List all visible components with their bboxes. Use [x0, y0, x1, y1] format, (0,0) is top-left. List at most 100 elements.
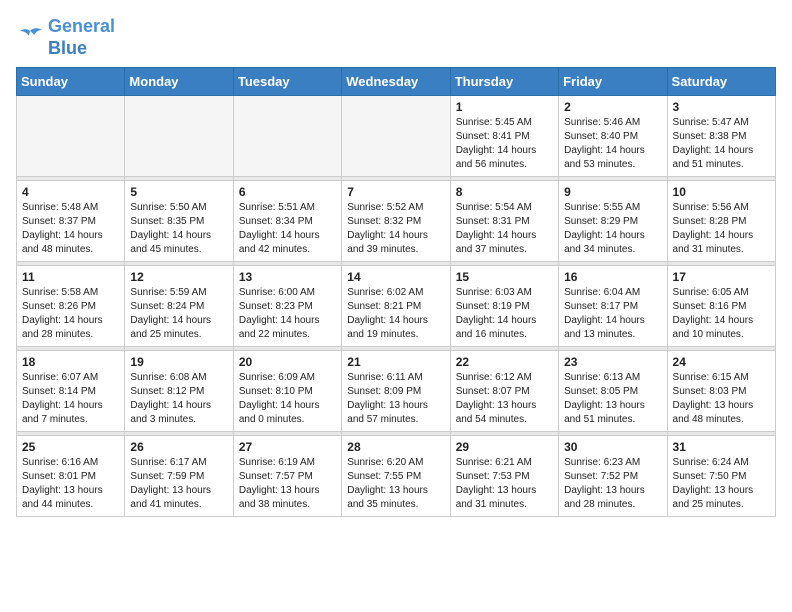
day-number: 3: [673, 100, 770, 114]
day-info: Sunrise: 5:55 AM Sunset: 8:29 PM Dayligh…: [564, 201, 661, 257]
day-number: 5: [130, 185, 227, 199]
day-number: 16: [564, 270, 661, 284]
calendar-cell: 5 Sunrise: 5:50 AM Sunset: 8:35 PM Daylig…: [125, 181, 233, 262]
weekday-header-thursday: Thursday: [450, 68, 558, 96]
day-info: Sunrise: 5:47 AM Sunset: 8:38 PM Dayligh…: [673, 116, 770, 172]
calendar-cell: 28Sunrise: 6:20 AM Sunset: 7:55 PM Dayli…: [342, 436, 450, 517]
weekday-header-tuesday: Tuesday: [233, 68, 341, 96]
day-info: Sunrise: 6:17 AM Sunset: 7:59 PM Dayligh…: [130, 456, 227, 512]
day-info: Sunrise: 6:11 AM Sunset: 8:09 PM Dayligh…: [347, 371, 444, 427]
weekday-header-friday: Friday: [559, 68, 667, 96]
day-number: 31: [673, 440, 770, 454]
calendar-cell: [125, 96, 233, 177]
calendar-cell: 10 Sunrise: 5:56 AM Sunset: 8:28 PM Dayli…: [667, 181, 775, 262]
calendar-week-2: 4 Sunrise: 5:48 AM Sunset: 8:37 PM Daylig…: [17, 181, 776, 262]
day-number: 13: [239, 270, 336, 284]
calendar-cell: 4 Sunrise: 5:48 AM Sunset: 8:37 PM Daylig…: [17, 181, 125, 262]
day-number: 17: [673, 270, 770, 284]
calendar-cell: 19 Sunrise: 6:08 AM Sunset: 8:12 PM Dayli…: [125, 351, 233, 432]
day-info: Sunrise: 6:00 AM Sunset: 8:23 PM Dayligh…: [239, 286, 336, 342]
calendar-week-1: 1 Sunrise: 5:45 AM Sunset: 8:41 PM Daylig…: [17, 96, 776, 177]
calendar-cell: 8 Sunrise: 5:54 AM Sunset: 8:31 PM Daylig…: [450, 181, 558, 262]
calendar-table: SundayMondayTuesdayWednesdayThursdayFrid…: [16, 67, 776, 517]
day-info: Sunrise: 5:48 AM Sunset: 8:37 PM Dayligh…: [22, 201, 119, 257]
day-info: Sunrise: 5:46 AM Sunset: 8:40 PM Dayligh…: [564, 116, 661, 172]
day-info: Sunrise: 6:13 AM Sunset: 8:05 PM Dayligh…: [564, 371, 661, 427]
calendar-cell: 24Sunrise: 6:15 AM Sunset: 8:03 PM Dayli…: [667, 351, 775, 432]
day-info: Sunrise: 5:58 AM Sunset: 8:26 PM Dayligh…: [22, 286, 119, 342]
calendar-cell: 30 Sunrise: 6:23 AM Sunset: 7:52 PM Dayli…: [559, 436, 667, 517]
calendar-cell: [342, 96, 450, 177]
day-info: Sunrise: 6:07 AM Sunset: 8:14 PM Dayligh…: [22, 371, 119, 427]
day-info: Sunrise: 6:16 AM Sunset: 8:01 PM Dayligh…: [22, 456, 119, 512]
day-number: 10: [673, 185, 770, 199]
day-number: 21: [347, 355, 444, 369]
day-info: Sunrise: 6:21 AM Sunset: 7:53 PM Dayligh…: [456, 456, 553, 512]
weekday-header-monday: Monday: [125, 68, 233, 96]
calendar-cell: [233, 96, 341, 177]
calendar-cell: 14 Sunrise: 6:02 AM Sunset: 8:21 PM Dayli…: [342, 266, 450, 347]
day-number: 22: [456, 355, 553, 369]
day-info: Sunrise: 6:09 AM Sunset: 8:10 PM Dayligh…: [239, 371, 336, 427]
calendar-cell: 12Sunrise: 5:59 AM Sunset: 8:24 PM Dayli…: [125, 266, 233, 347]
day-info: Sunrise: 6:08 AM Sunset: 8:12 PM Dayligh…: [130, 371, 227, 427]
calendar-cell: 22 Sunrise: 6:12 AM Sunset: 8:07 PM Dayli…: [450, 351, 558, 432]
logo-icon: [16, 27, 44, 49]
calendar-cell: [17, 96, 125, 177]
calendar-cell: 6Sunrise: 5:51 AM Sunset: 8:34 PM Daylig…: [233, 181, 341, 262]
calendar-cell: 21 Sunrise: 6:11 AM Sunset: 8:09 PM Dayli…: [342, 351, 450, 432]
calendar-cell: 7Sunrise: 5:52 AM Sunset: 8:32 PM Daylig…: [342, 181, 450, 262]
page-header: General Blue: [16, 16, 776, 59]
day-number: 11: [22, 270, 119, 284]
calendar-week-5: 25Sunrise: 6:16 AM Sunset: 8:01 PM Dayli…: [17, 436, 776, 517]
day-info: Sunrise: 6:23 AM Sunset: 7:52 PM Dayligh…: [564, 456, 661, 512]
day-number: 9: [564, 185, 661, 199]
calendar-cell: 29 Sunrise: 6:21 AM Sunset: 7:53 PM Dayli…: [450, 436, 558, 517]
day-number: 6: [239, 185, 336, 199]
calendar-cell: 15Sunrise: 6:03 AM Sunset: 8:19 PM Dayli…: [450, 266, 558, 347]
calendar-cell: 17 Sunrise: 6:05 AM Sunset: 8:16 PM Dayli…: [667, 266, 775, 347]
day-info: Sunrise: 6:02 AM Sunset: 8:21 PM Dayligh…: [347, 286, 444, 342]
day-info: Sunrise: 6:12 AM Sunset: 8:07 PM Dayligh…: [456, 371, 553, 427]
calendar-cell: 3 Sunrise: 5:47 AM Sunset: 8:38 PM Daylig…: [667, 96, 775, 177]
day-number: 30: [564, 440, 661, 454]
calendar-cell: 9 Sunrise: 5:55 AM Sunset: 8:29 PM Daylig…: [559, 181, 667, 262]
day-number: 1: [456, 100, 553, 114]
day-number: 14: [347, 270, 444, 284]
weekday-header-sunday: Sunday: [17, 68, 125, 96]
calendar-cell: 31Sunrise: 6:24 AM Sunset: 7:50 PM Dayli…: [667, 436, 775, 517]
calendar-cell: 23 Sunrise: 6:13 AM Sunset: 8:05 PM Dayli…: [559, 351, 667, 432]
day-info: Sunrise: 5:45 AM Sunset: 8:41 PM Dayligh…: [456, 116, 553, 172]
day-number: 20: [239, 355, 336, 369]
calendar-cell: 25Sunrise: 6:16 AM Sunset: 8:01 PM Dayli…: [17, 436, 125, 517]
day-info: Sunrise: 5:54 AM Sunset: 8:31 PM Dayligh…: [456, 201, 553, 257]
logo: General Blue: [16, 16, 115, 59]
calendar-cell: 2 Sunrise: 5:46 AM Sunset: 8:40 PM Daylig…: [559, 96, 667, 177]
day-info: Sunrise: 6:03 AM Sunset: 8:19 PM Dayligh…: [456, 286, 553, 342]
calendar-cell: 27 Sunrise: 6:19 AM Sunset: 7:57 PM Dayli…: [233, 436, 341, 517]
day-number: 23: [564, 355, 661, 369]
day-info: Sunrise: 6:20 AM Sunset: 7:55 PM Dayligh…: [347, 456, 444, 512]
calendar-cell: 13 Sunrise: 6:00 AM Sunset: 8:23 PM Dayli…: [233, 266, 341, 347]
day-number: 29: [456, 440, 553, 454]
day-number: 4: [22, 185, 119, 199]
day-info: Sunrise: 6:05 AM Sunset: 8:16 PM Dayligh…: [673, 286, 770, 342]
day-number: 24: [673, 355, 770, 369]
calendar-cell: 1 Sunrise: 5:45 AM Sunset: 8:41 PM Daylig…: [450, 96, 558, 177]
day-info: Sunrise: 5:50 AM Sunset: 8:35 PM Dayligh…: [130, 201, 227, 257]
day-info: Sunrise: 6:04 AM Sunset: 8:17 PM Dayligh…: [564, 286, 661, 342]
day-number: 27: [239, 440, 336, 454]
calendar-cell: 18Sunrise: 6:07 AM Sunset: 8:14 PM Dayli…: [17, 351, 125, 432]
weekday-header-wednesday: Wednesday: [342, 68, 450, 96]
weekday-header-row: SundayMondayTuesdayWednesdayThursdayFrid…: [17, 68, 776, 96]
day-number: 19: [130, 355, 227, 369]
logo-text: General Blue: [48, 16, 115, 59]
day-number: 2: [564, 100, 661, 114]
day-number: 26: [130, 440, 227, 454]
day-number: 8: [456, 185, 553, 199]
day-info: Sunrise: 6:19 AM Sunset: 7:57 PM Dayligh…: [239, 456, 336, 512]
day-number: 7: [347, 185, 444, 199]
day-number: 12: [130, 270, 227, 284]
day-info: Sunrise: 5:56 AM Sunset: 8:28 PM Dayligh…: [673, 201, 770, 257]
calendar-cell: 26 Sunrise: 6:17 AM Sunset: 7:59 PM Dayli…: [125, 436, 233, 517]
